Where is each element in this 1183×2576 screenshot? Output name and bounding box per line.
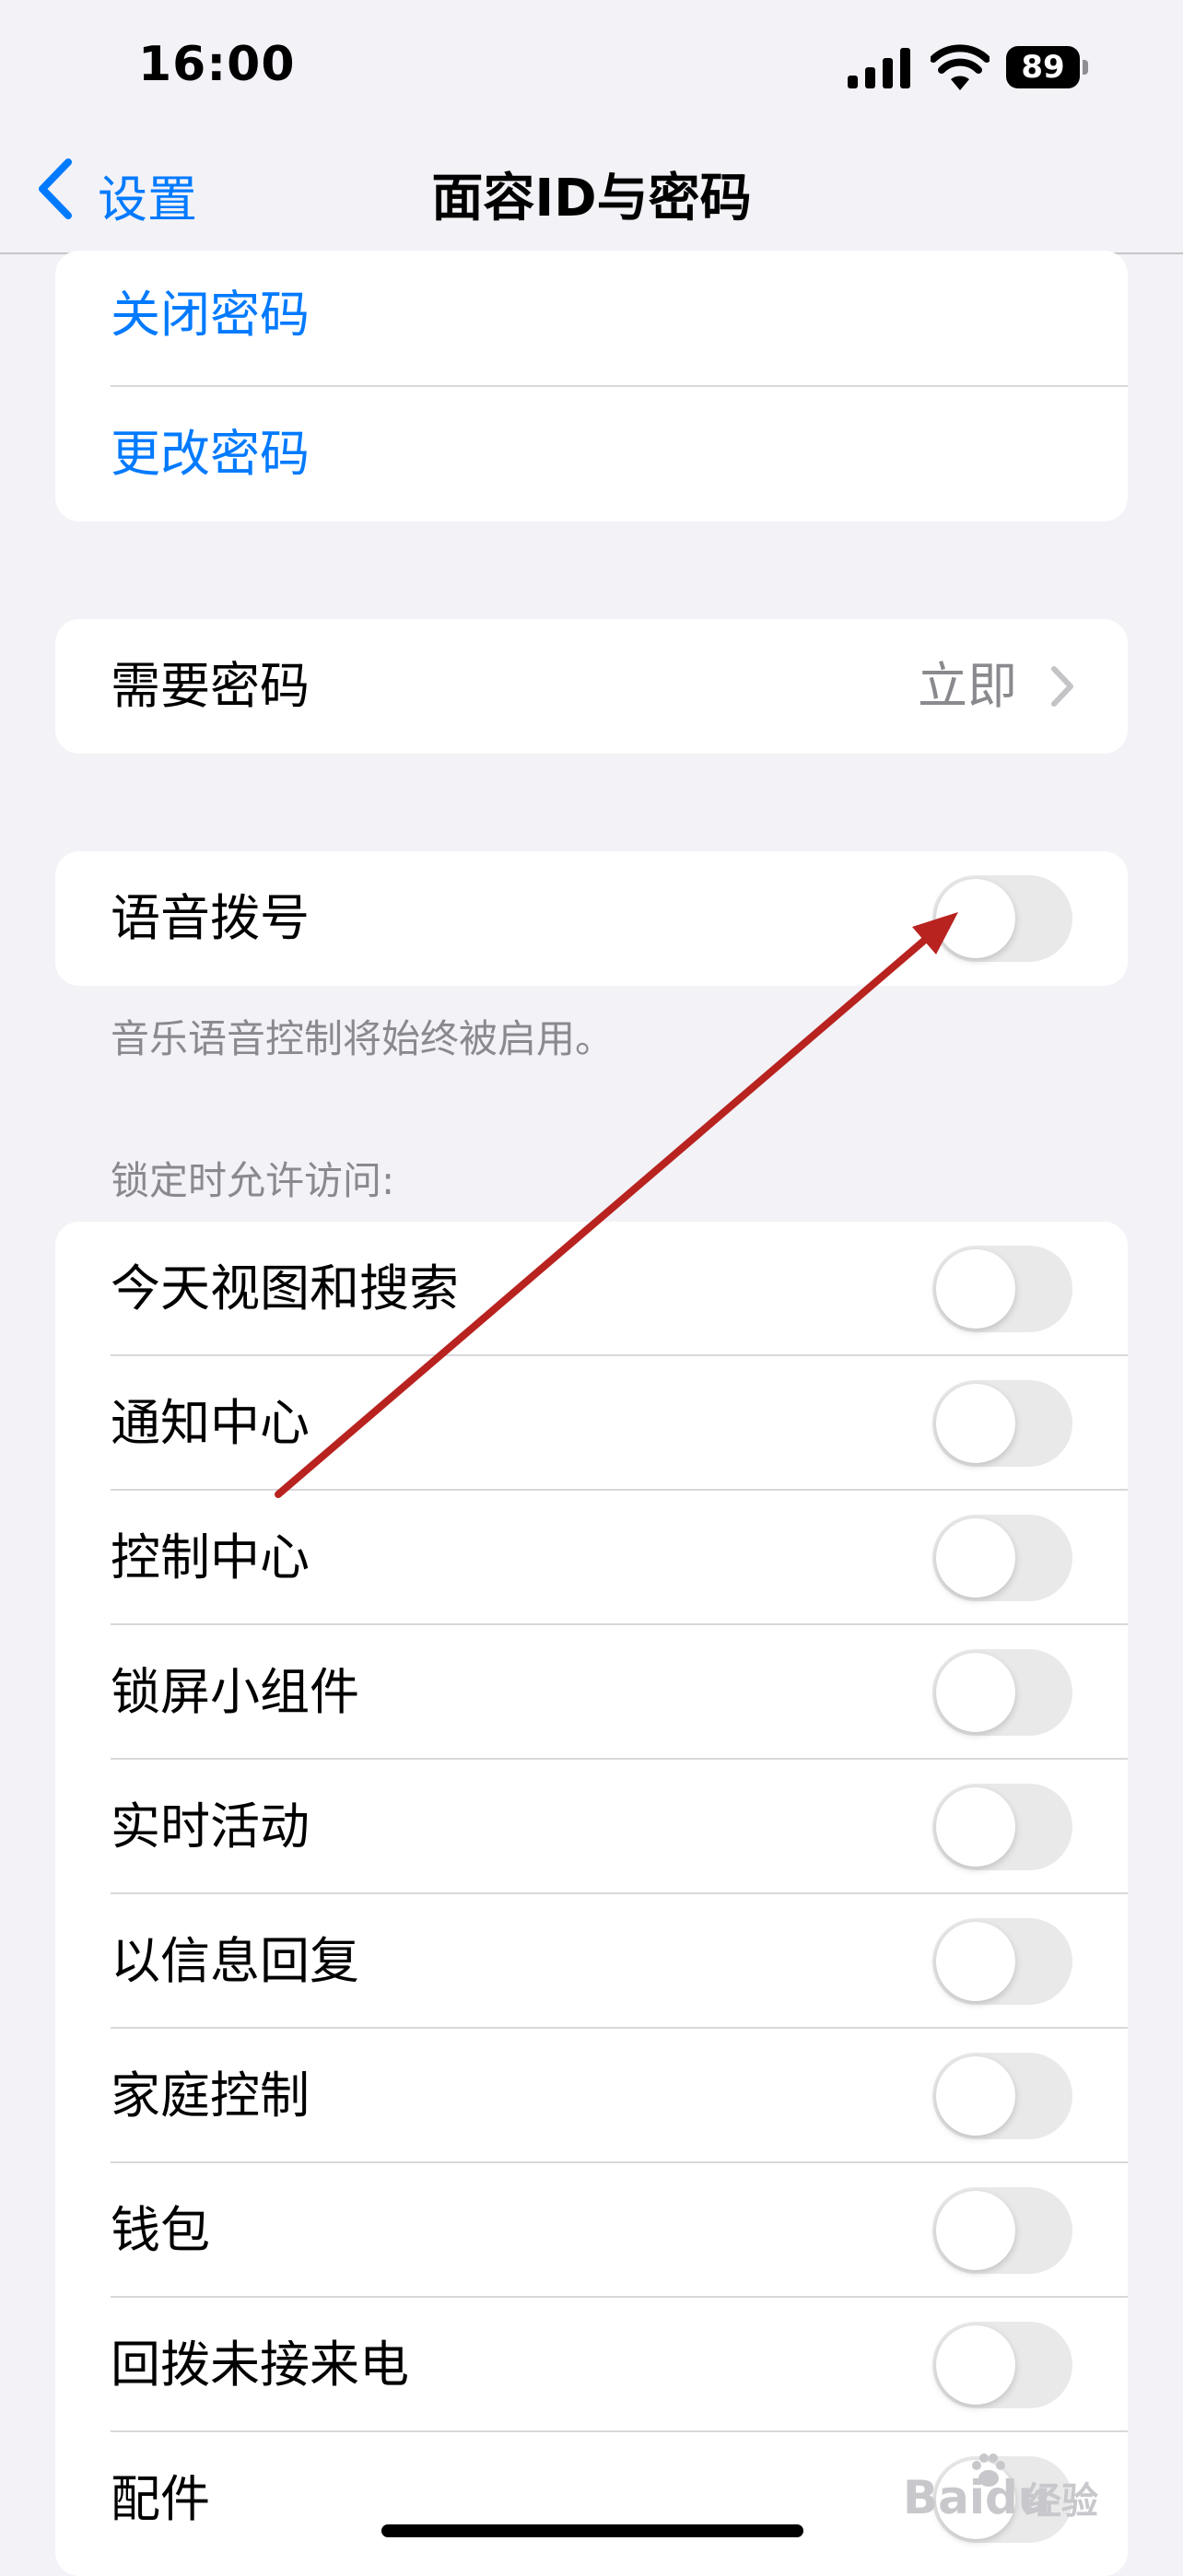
turn-off-passcode-row[interactable]: 关闭密码 [55, 251, 1128, 387]
battery-level: 89 [1006, 46, 1080, 88]
return-missed-calls-toggle[interactable] [932, 2322, 1072, 2408]
wallet-label: 钱包 [111, 2201, 210, 2259]
list-item-notification-center: 通知中心 [55, 1356, 1128, 1491]
list-item-wallet: 钱包 [55, 2163, 1128, 2298]
chevron-right-icon [1051, 666, 1073, 707]
live-activities-toggle[interactable] [932, 1784, 1072, 1870]
notification-center-label: 通知中心 [111, 1394, 310, 1452]
lock-screen-widgets-toggle[interactable] [932, 1649, 1072, 1736]
list-item-home-control: 家庭控制 [55, 2029, 1128, 2163]
list-item-reply-with-message: 以信息回复 [55, 1894, 1128, 2029]
control-center-label: 控制中心 [111, 1528, 310, 1587]
battery-icon: 89 [1006, 46, 1091, 88]
voice-dial-toggle[interactable] [932, 875, 1072, 962]
reply-with-message-toggle[interactable] [932, 1918, 1072, 2005]
passcode-actions-group: 关闭密码 更改密码 [55, 251, 1128, 521]
page-title: 面容ID与密码 [431, 169, 752, 228]
change-passcode-button[interactable]: 更改密码 [111, 387, 310, 521]
control-center-toggle[interactable] [932, 1515, 1072, 1601]
voice-dial-row: 语音拨号 [55, 851, 1128, 986]
home-control-label: 家庭控制 [111, 2067, 310, 2125]
lock-access-group: 今天视图和搜索 通知中心 控制中心 锁屏小组件 实时活动 以信息回复 家庭控制 … [55, 1222, 1128, 2576]
require-passcode-label: 需要密码 [111, 657, 310, 715]
list-item-return-missed-calls: 回拨未接来电 [55, 2298, 1128, 2432]
require-passcode-row[interactable]: 需要密码 立即 [55, 619, 1128, 754]
list-item-control-center: 控制中心 [55, 1491, 1128, 1625]
home-control-toggle[interactable] [932, 2053, 1072, 2139]
require-passcode-value: 立即 [918, 657, 1017, 715]
voice-dial-label: 语音拨号 [111, 889, 310, 947]
cellular-signal-icon [848, 48, 910, 88]
change-passcode-row[interactable]: 更改密码 [55, 387, 1128, 521]
wallet-toggle[interactable] [932, 2187, 1072, 2274]
return-missed-calls-label: 回拨未接来电 [111, 2336, 409, 2394]
home-indicator[interactable] [381, 2524, 803, 2537]
lock-access-section-header: 锁定时允许访问: [111, 1158, 395, 1203]
accessories-label: 配件 [111, 2470, 210, 2528]
voice-dial-footnote: 音乐语音控制将始终被启用。 [111, 1016, 615, 1061]
live-activities-label: 实时活动 [111, 1797, 310, 1856]
baidu-watermark: Baidu 经验 [903, 2451, 1124, 2530]
watermark-sub: 经验 [1025, 2480, 1098, 2523]
list-item-lock-screen-widgets: 锁屏小组件 [55, 1625, 1128, 1760]
require-passcode-group: 需要密码 立即 [55, 619, 1128, 754]
today-view-search-toggle[interactable] [932, 1246, 1072, 1332]
wifi-icon [931, 44, 990, 90]
reply-with-message-label: 以信息回复 [111, 1932, 359, 1990]
list-item-today-view: 今天视图和搜索 [55, 1222, 1128, 1356]
voice-dial-group: 语音拨号 [55, 851, 1128, 986]
turn-off-passcode-button[interactable]: 关闭密码 [111, 251, 310, 383]
today-view-search-label: 今天视图和搜索 [111, 1259, 459, 1317]
status-time: 16:00 [138, 37, 296, 92]
list-item-live-activities: 实时活动 [55, 1760, 1128, 1894]
lock-screen-widgets-label: 锁屏小组件 [111, 1663, 359, 1721]
notification-center-toggle[interactable] [932, 1380, 1072, 1467]
